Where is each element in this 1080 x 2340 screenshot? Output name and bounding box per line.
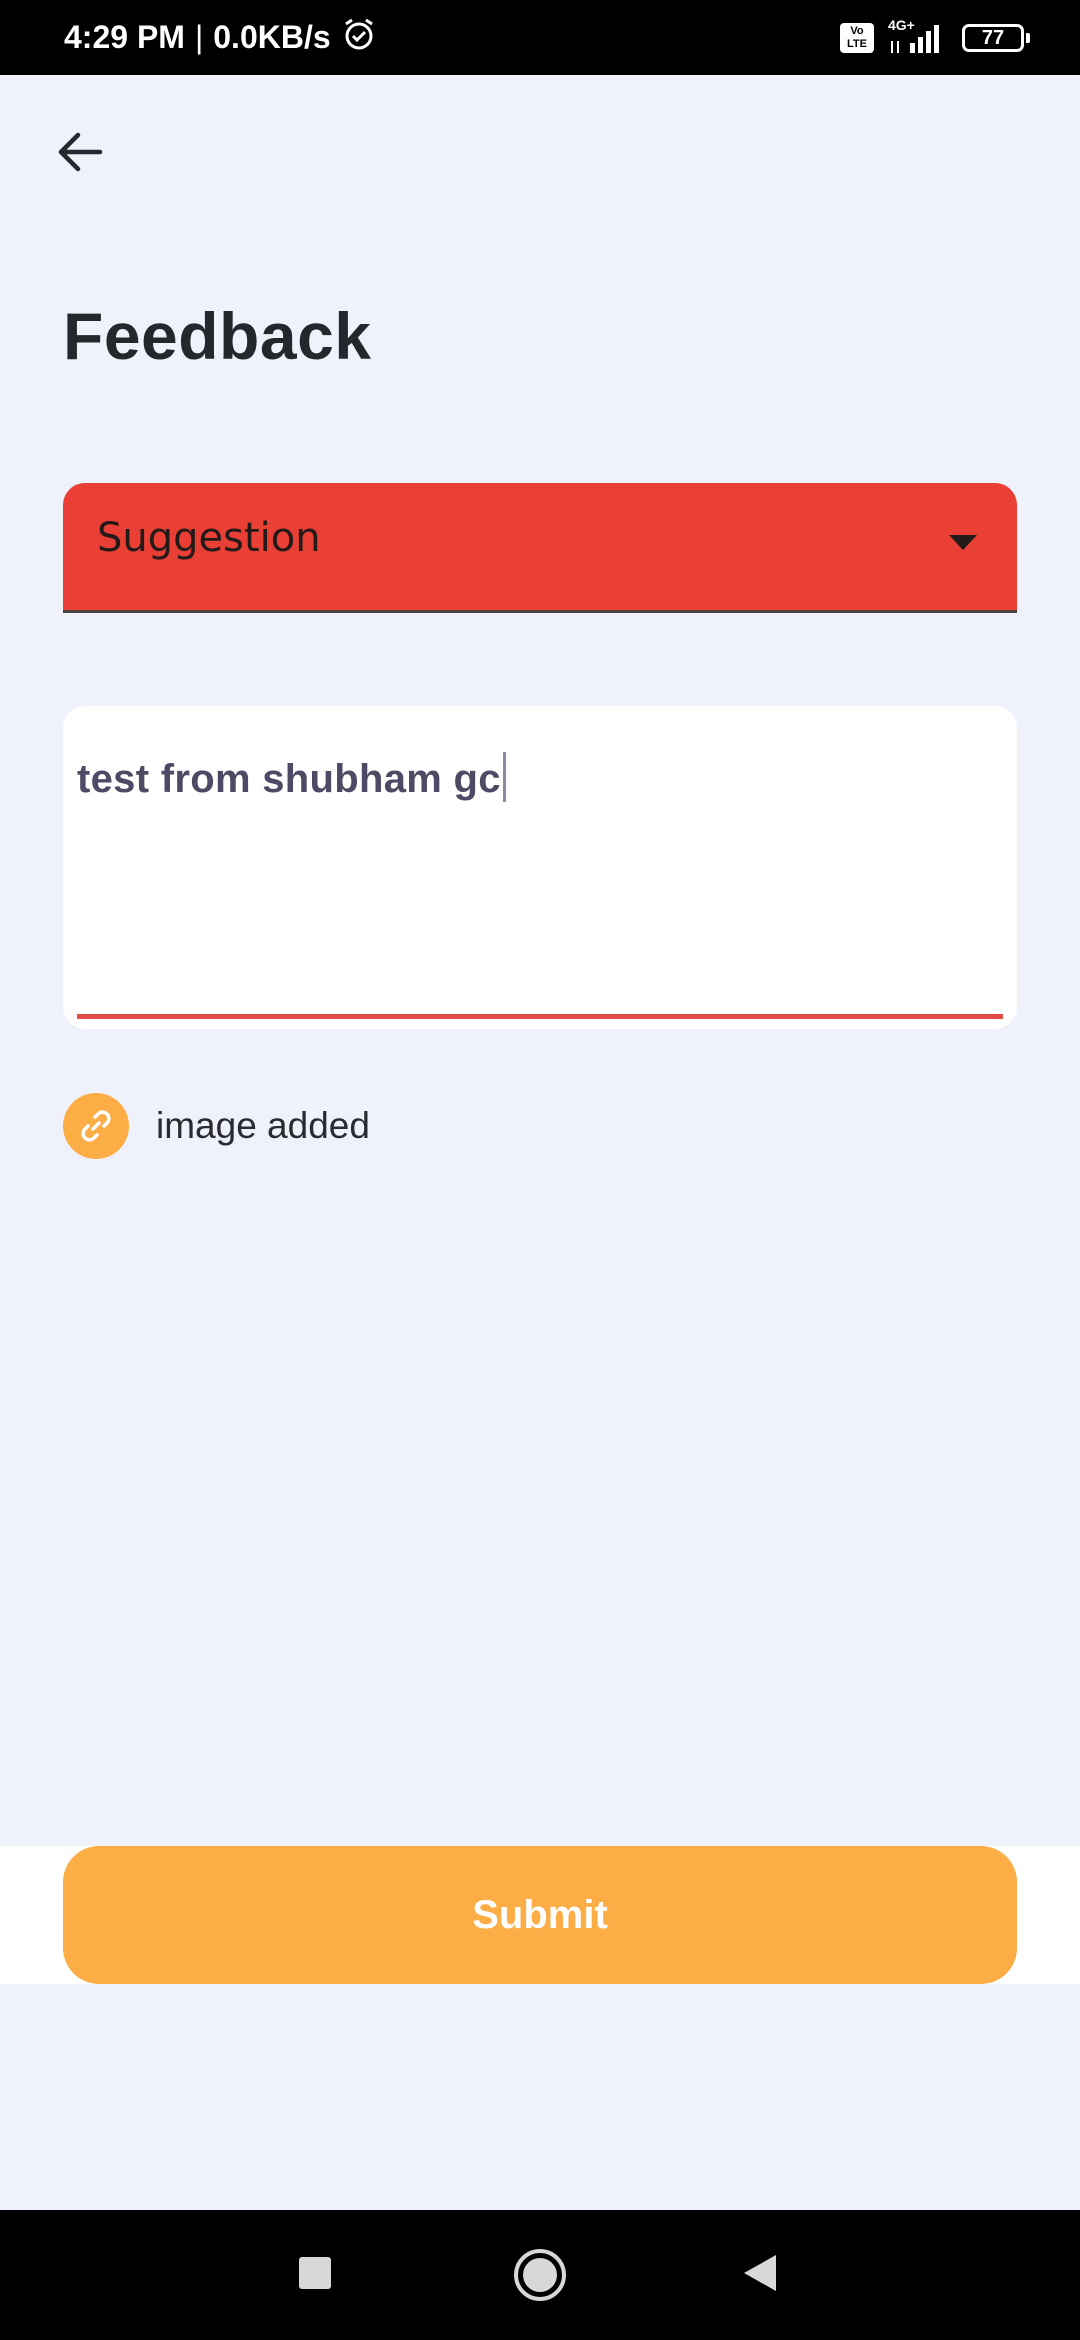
back-triangle-icon[interactable] (742, 2253, 778, 2293)
status-separator: | (194, 19, 204, 55)
message-value: test from shubham gc (77, 757, 501, 801)
category-dropdown[interactable]: Suggestion (63, 483, 1017, 613)
back-button[interactable] (48, 120, 112, 184)
status-speed: 0.0KB/s (213, 19, 331, 55)
link-icon[interactable] (63, 1093, 129, 1159)
attachment-label: image added (156, 1105, 370, 1146)
alarm-icon (341, 16, 377, 60)
message-underline (77, 1014, 1003, 1019)
home-circle-icon[interactable] (512, 2247, 568, 2303)
status-left: 4:29 PM | 0.0KB/s (64, 0, 377, 75)
category-selected-value: Suggestion (97, 515, 321, 561)
volte-top: Vo (850, 24, 864, 37)
battery-icon: 77 (962, 23, 1030, 52)
dropdown-arrow-icon (949, 535, 977, 550)
signal-icon: 4G+ (888, 17, 948, 55)
submit-button[interactable]: Submit (63, 1846, 1017, 1984)
system-nav-bar (0, 2210, 1080, 2340)
message-input[interactable]: test from shubham gc (77, 752, 506, 802)
status-right: Vo LTE 4G+ 77 (840, 0, 1030, 75)
status-bar: 4:29 PM | 0.0KB/s Vo LTE 4G+ 77 (0, 0, 1080, 75)
status-time: 4:29 PM (64, 19, 185, 55)
volte-bottom: LTE (847, 37, 867, 50)
message-field[interactable]: test from shubham gc (63, 706, 1017, 1029)
page-title: Feedback (63, 299, 372, 373)
text-cursor (502, 752, 506, 802)
battery-level: 77 (981, 26, 1005, 49)
attachment-row[interactable]: image added (63, 1093, 370, 1159)
recents-square-icon[interactable] (299, 2257, 331, 2289)
volte-icon: Vo LTE (840, 22, 874, 53)
arrow-left-icon (58, 132, 103, 172)
